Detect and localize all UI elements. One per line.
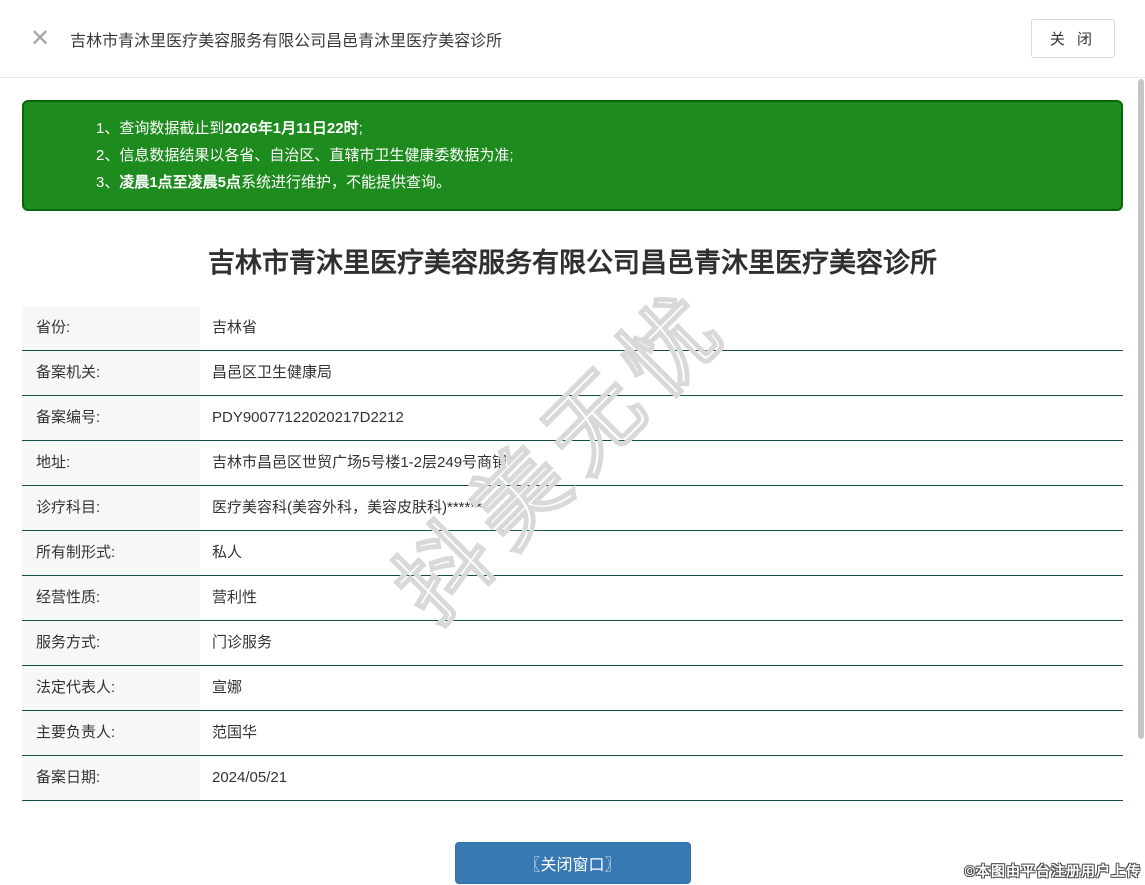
row-label: 备案日期:: [22, 756, 200, 800]
table-row-business-nature: 经营性质: 营利性: [22, 576, 1123, 621]
row-value: 营利性: [200, 576, 1123, 620]
vertical-scrollbar[interactable]: [1138, 79, 1144, 739]
row-label: 备案编号:: [22, 396, 200, 440]
notice-line-1: 1、查询数据截止到2026年1月11日22时;: [96, 115, 1101, 142]
table-row-filing-date: 备案日期: 2024/05/21: [22, 756, 1123, 801]
table-row-service-mode: 服务方式: 门诊服务: [22, 621, 1123, 666]
row-label: 法定代表人:: [22, 666, 200, 710]
table-row-filing-number: 备案编号: PDY90077122020217D2212: [22, 396, 1123, 441]
row-value: PDY90077122020217D2212: [200, 396, 1123, 440]
notice-line-1-pre: 查询数据截止到: [119, 120, 225, 137]
row-value: 范国华: [200, 711, 1123, 755]
row-value: 吉林省: [200, 306, 1123, 350]
close-button[interactable]: 关 闭: [1030, 19, 1115, 58]
row-value: 吉林市昌邑区世贸广场5号楼1-2层249号商铺: [200, 441, 1123, 485]
close-x-icon[interactable]: ✕: [30, 26, 50, 51]
row-label: 地址:: [22, 441, 200, 485]
copyright-watermark: ©本图由平台注册用户上传: [964, 863, 1141, 879]
row-label: 诊疗科目:: [22, 486, 200, 530]
table-row-province: 省份: 吉林省: [22, 306, 1123, 351]
window-titlebar: ✕ 吉林市青沐里医疗美容服务有限公司昌邑青沐里医疗美容诊所 关 闭: [0, 0, 1145, 78]
row-value: 宣娜: [200, 666, 1123, 710]
table-row-ownership: 所有制形式: 私人: [22, 531, 1123, 576]
notice-line-3-num: 3、: [96, 174, 120, 191]
notice-line-2-pre: 信息数据结果以各省、自治区、直辖市卫生健康委数据为准;: [119, 147, 514, 164]
table-row-departments: 诊疗科目: 医疗美容科(美容外科，美容皮肤科)******: [22, 486, 1123, 531]
notice-line-2: 2、信息数据结果以各省、自治区、直辖市卫生健康委数据为准;: [96, 142, 1101, 169]
notice-line-1-bold: 2026年1月11日22时: [224, 120, 359, 137]
notice-banner: 1、查询数据截止到2026年1月11日22时; 2、信息数据结果以各省、自治区、…: [22, 100, 1123, 211]
page-title: 吉林市青沐里医疗美容服务有限公司昌邑青沐里医疗美容诊所: [208, 248, 937, 278]
table-row-address: 地址: 吉林市昌邑区世贸广场5号楼1-2层249号商铺: [22, 441, 1123, 486]
row-label: 省份:: [22, 306, 200, 350]
notice-line-2-num: 2、: [96, 147, 120, 164]
row-label: 服务方式:: [22, 621, 200, 665]
notice-line-1-num: 1、: [96, 120, 120, 137]
row-label: 主要负责人:: [22, 711, 200, 755]
notice-line-1-post: ;: [358, 120, 363, 137]
row-value: 门诊服务: [200, 621, 1123, 665]
table-row-person-in-charge: 主要负责人: 范国华: [22, 711, 1123, 756]
row-value: 2024/05/21: [200, 756, 1123, 800]
table-row-legal-representative: 法定代表人: 宣娜: [22, 666, 1123, 711]
table-row-filing-authority: 备案机关: 昌邑区卫生健康局: [22, 351, 1123, 396]
row-label: 备案机关:: [22, 351, 200, 395]
notice-line-3: 3、凌晨1点至凌晨5点系统进行维护，不能提供查询。: [96, 169, 1101, 196]
row-value: 私人: [200, 531, 1123, 575]
row-value: 昌邑区卫生健康局: [200, 351, 1123, 395]
row-label: 经营性质:: [22, 576, 200, 620]
row-value: 医疗美容科(美容外科，美容皮肤科)******: [200, 486, 1123, 530]
titlebar-text: 吉林市青沐里医疗美容服务有限公司昌邑青沐里医疗美容诊所: [70, 32, 503, 50]
notice-line-3-post: 系统进行维护，不能提供查询。: [241, 174, 452, 191]
close-window-button[interactable]: 〖关闭窗口〗: [454, 842, 691, 884]
row-label: 所有制形式:: [22, 531, 200, 575]
notice-line-3-bold: 凌晨1点至凌晨5点: [119, 174, 242, 191]
registration-info-table: 省份: 吉林省 备案机关: 昌邑区卫生健康局 备案编号: PDY90077122…: [22, 306, 1123, 801]
